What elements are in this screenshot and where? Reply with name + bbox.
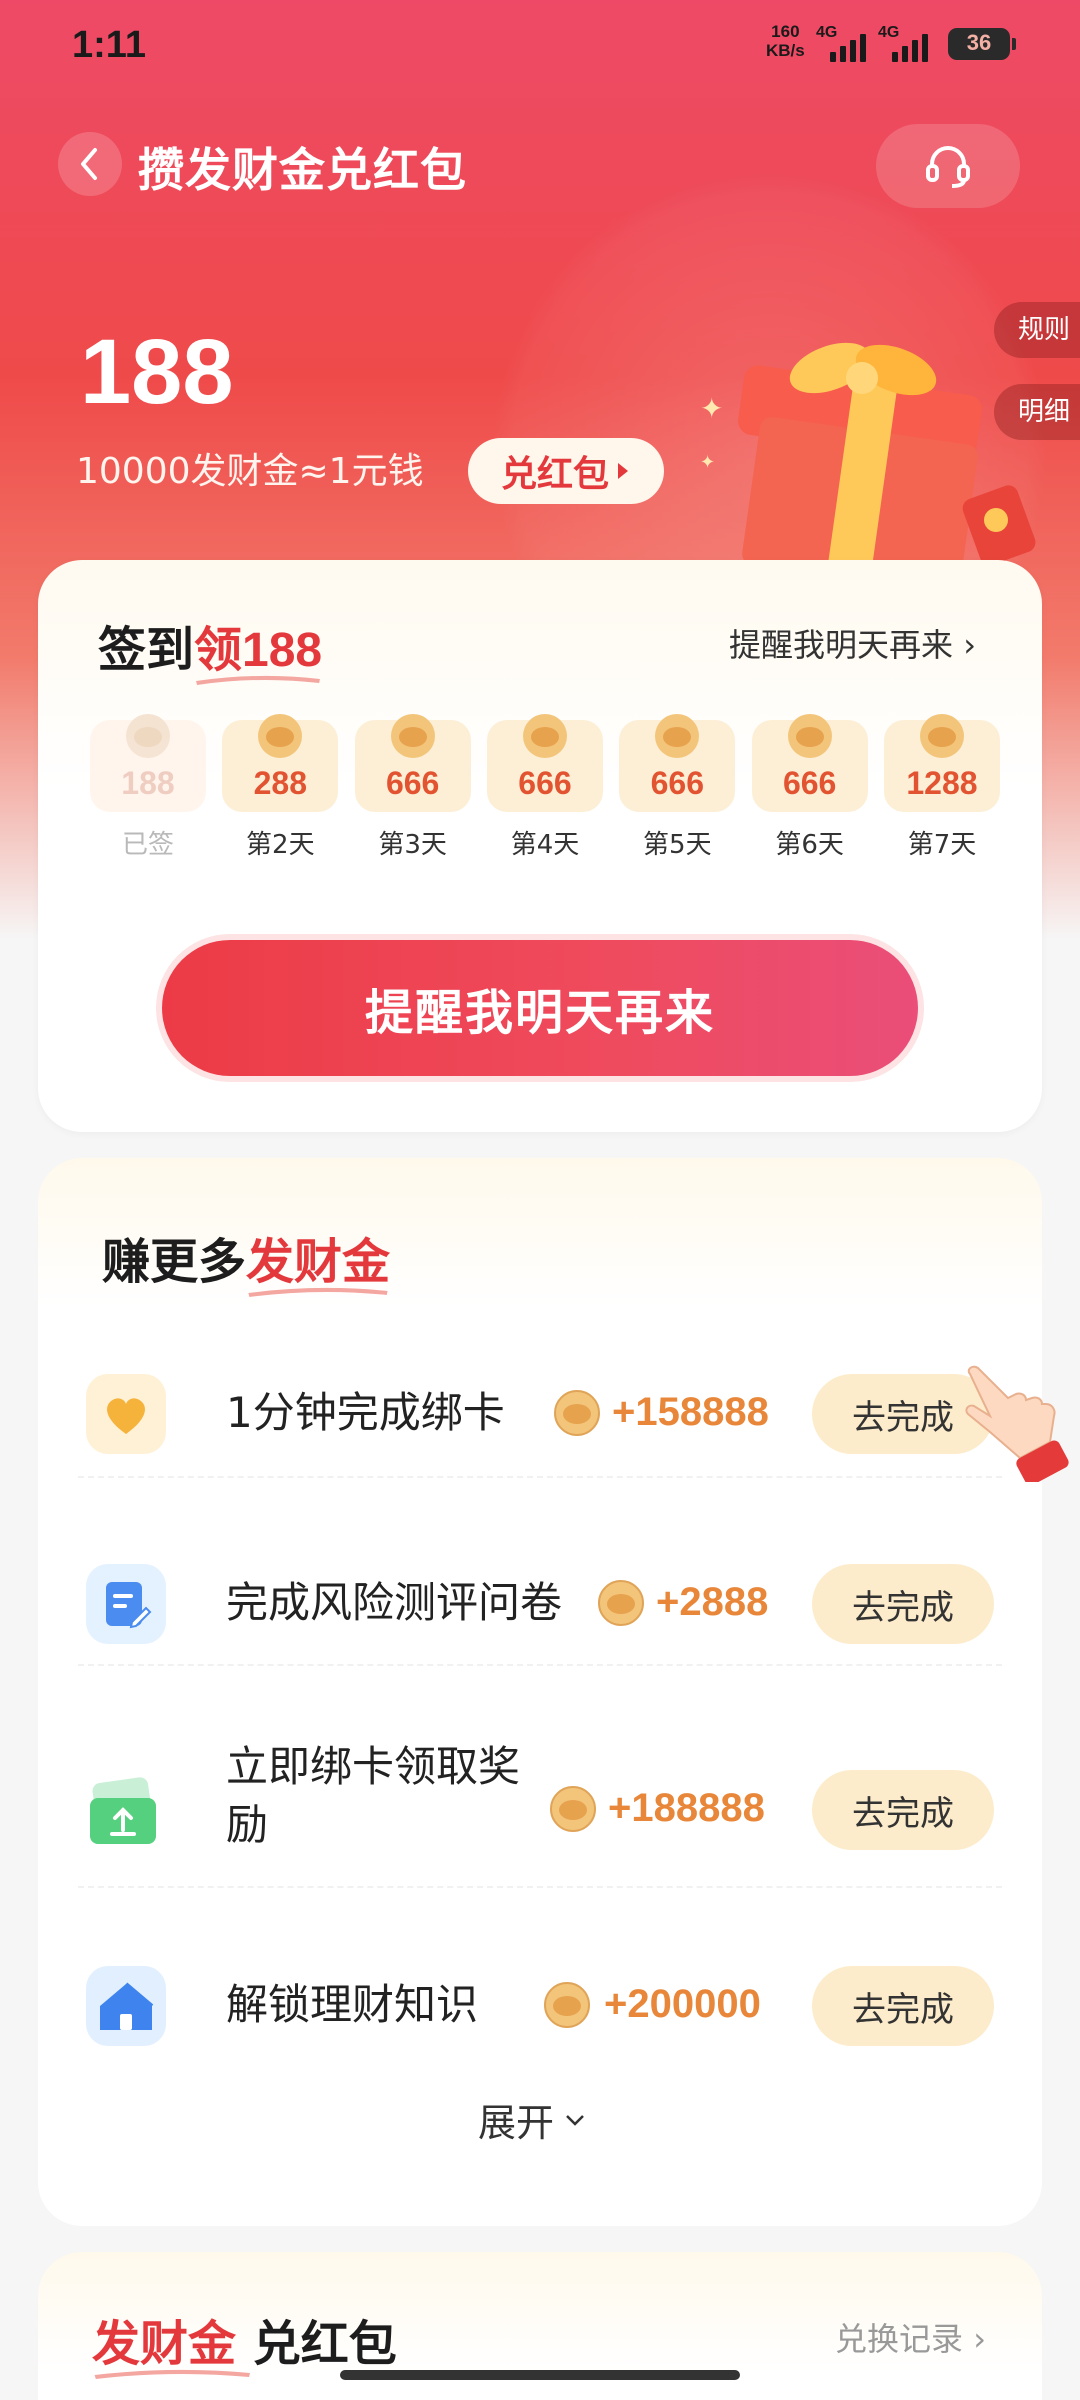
coin-icon: [258, 714, 303, 758]
checkin-day-box: 1288: [883, 714, 1000, 812]
gift-box-image: ✦ ✦: [700, 342, 1036, 580]
checkin-card: 签到领188 提醒我明天再来 › 188 已签 288 第2天 666 第3天 666 第4天…: [38, 560, 1042, 1132]
checkin-day-label: 第7天: [907, 830, 977, 860]
divider: [78, 1476, 1002, 1478]
divider: [78, 1664, 1002, 1666]
checkin-day-label: 已签: [121, 830, 174, 860]
task-go-button[interactable]: 去完成: [812, 1770, 994, 1850]
task-name: 解锁理财知识: [226, 1980, 479, 2029]
coin-icon: [598, 1580, 644, 1626]
pointing-hand-icon: [965, 1365, 1069, 1482]
coin-icon: [126, 714, 170, 758]
chevron-right-icon: ›: [973, 2320, 986, 2358]
underline-decoration: [94, 2369, 250, 2379]
coin-icon: [787, 714, 832, 758]
task-reward: +188888: [608, 1786, 765, 1830]
checkin-day-value: 666: [385, 765, 440, 801]
coin-icon: [550, 1786, 596, 1832]
triangle-right-icon: [618, 463, 628, 479]
status-time: 1:11: [72, 24, 146, 66]
house-icon: [86, 1966, 166, 2046]
network-speed: 160 KB/s: [766, 22, 805, 60]
chevron-left-icon: [81, 148, 97, 180]
checkin-day-value: 188: [121, 765, 175, 801]
remind-tomorrow-button[interactable]: 提醒我明天再来: [162, 940, 918, 1076]
card-upload-icon: [86, 1770, 166, 1850]
exchange-title: 发财金 兑红包: [92, 2304, 397, 2379]
checkin-day: 666 第4天: [486, 714, 603, 861]
checkin-day: 666 第6天: [751, 714, 868, 861]
chevron-right-icon: ›: [963, 626, 976, 664]
exchange-rate-text: 10000发财金≈1元钱: [76, 451, 424, 492]
sim1-signal-icon: 4G: [816, 24, 874, 64]
checkin-day-label: 第6天: [775, 830, 844, 860]
checkin-day-box: 666: [354, 714, 471, 812]
sim2-signal-icon: 4G: [878, 24, 936, 64]
expand-button[interactable]: 展开: [478, 2092, 586, 2147]
coin-icon: [655, 714, 700, 758]
questionnaire-icon: [86, 1564, 166, 1644]
heart-icon: [86, 1374, 166, 1454]
svg-text:✦: ✦: [700, 392, 723, 425]
task-name: 立即绑卡领取奖 励: [226, 1742, 521, 1849]
checkin-day-value: 288: [253, 765, 308, 801]
task-reward: +158888: [612, 1390, 769, 1434]
checkin-day-label: 第4天: [510, 830, 580, 860]
checkin-days: 188 已签 288 第2天 666 第3天 666 第4天 666 第5天 666 第6天 1288 第…: [90, 714, 1000, 861]
checkin-title: 签到领188: [98, 610, 322, 685]
checkin-day-value: 666: [650, 765, 704, 801]
status-bar: 1:11 160 KB/s 4G 4G 36: [0, 0, 1080, 90]
task-name: 完成风险测评问卷: [226, 1578, 563, 1627]
underline-decoration: [196, 675, 320, 685]
checkin-day-box: 188: [90, 714, 206, 812]
coin-icon: [390, 714, 435, 758]
exchange-record-link[interactable]: 兑换记录 ›: [835, 2314, 986, 2360]
chevron-down-icon: [566, 2114, 584, 2126]
coin-icon: [554, 1390, 600, 1436]
home-indicator[interactable]: [340, 2370, 740, 2380]
checkin-day: 288 第2天: [222, 714, 339, 861]
underline-decoration: [248, 1287, 388, 1297]
checkin-day-value: 666: [782, 765, 837, 801]
coin-icon: [522, 714, 567, 758]
task-reward: +2888: [656, 1580, 769, 1624]
task-go-button[interactable]: 去完成: [812, 1564, 994, 1644]
checkin-day-label: 第5天: [643, 830, 712, 860]
earn-more-title: 赚更多发财金: [102, 1222, 390, 1297]
balance-value: 188: [80, 321, 234, 423]
checkin-day: 1288 第7天: [883, 714, 1000, 861]
checkin-day-value: 1288: [906, 765, 978, 801]
coin-icon: [919, 714, 964, 758]
checkin-day-label: 第3天: [378, 830, 447, 860]
page-title: 攒发财金兑红包: [138, 143, 467, 197]
checkin-day: 666 第3天: [354, 714, 471, 861]
divider: [78, 1886, 1002, 1888]
redeem-red-packet-button[interactable]: 兑红包: [468, 438, 664, 504]
task-name: 1分钟完成绑卡: [226, 1388, 505, 1437]
checkin-day: 188 已签: [90, 714, 206, 861]
coin-icon: [544, 1982, 590, 2028]
checkin-day: 666 第5天: [619, 714, 736, 861]
task-reward: +200000: [604, 1982, 761, 2026]
customer-service-button[interactable]: [876, 124, 1020, 208]
headset-icon: [926, 146, 970, 188]
checkin-day-box: 666: [619, 714, 736, 812]
task-go-button[interactable]: 去完成: [812, 1966, 994, 2046]
back-button[interactable]: [58, 132, 122, 196]
checkin-day-value: 666: [518, 765, 572, 801]
battery-icon: 36: [948, 28, 1016, 60]
earn-more-card: 赚更多发财金 1分钟完成绑卡 +158888 去完成 完成风险测评问卷 +288…: [38, 1158, 1042, 2226]
checkin-day-box: 288: [222, 714, 339, 812]
checkin-day-box: 666: [486, 714, 603, 812]
checkin-day-label: 第2天: [246, 830, 315, 860]
svg-text:✦: ✦: [700, 452, 715, 473]
remind-tomorrow-link[interactable]: 提醒我明天再来 ›: [729, 620, 976, 666]
checkin-day-box: 666: [751, 714, 868, 812]
